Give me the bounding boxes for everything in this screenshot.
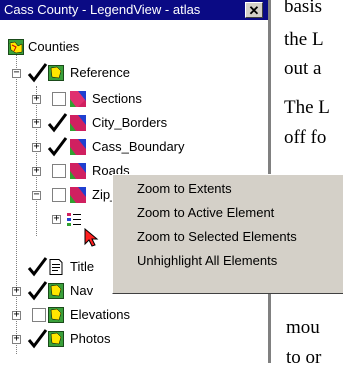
layer-icon xyxy=(48,283,64,299)
map-icon xyxy=(8,39,24,55)
checkmark-icon[interactable] xyxy=(46,136,68,158)
tree-item-label: Title xyxy=(70,259,95,274)
menu-item-zoom-to-active-element[interactable]: Zoom to Active Element xyxy=(137,205,274,221)
tree-item-label: Photos xyxy=(70,331,111,346)
menu-item-zoom-to-selected-elements[interactable]: Zoom to Selected Elements xyxy=(137,229,297,245)
expand-toggle[interactable]: + xyxy=(12,286,21,296)
layer-checkbox[interactable] xyxy=(52,188,66,202)
tree-item-cass-boundary[interactable]: + Cass_Boundary xyxy=(0,136,268,160)
tree-item-counties[interactable]: Counties xyxy=(0,36,268,60)
tree-item-label: City_Borders xyxy=(92,115,168,130)
tree-item-sections[interactable]: + Sections xyxy=(0,88,268,112)
background-text-line: to or xyxy=(286,347,322,368)
tree-item-label: Elevations xyxy=(70,307,130,322)
layer-icon xyxy=(70,163,86,179)
expand-toggle[interactable]: + xyxy=(12,310,21,320)
layer-icon xyxy=(70,139,86,155)
background-text-line: off fo xyxy=(284,127,327,148)
tree-item-label: Cass_Boundary xyxy=(92,139,185,154)
expand-toggle[interactable]: + xyxy=(12,334,21,344)
background-text-line: the L xyxy=(284,29,324,50)
checkmark-icon[interactable] xyxy=(26,62,48,84)
tree-item-elevations[interactable]: + Elevations xyxy=(0,304,268,328)
checkmark-icon[interactable] xyxy=(46,112,68,134)
expand-toggle[interactable]: + xyxy=(32,94,41,104)
layer-icon xyxy=(48,331,64,347)
tree-item-label: Nav xyxy=(70,283,94,298)
tree-item-title[interactable]: Title xyxy=(0,256,110,280)
layer-icon xyxy=(70,115,86,131)
tree-item-navigation[interactable]: + Nav xyxy=(0,280,110,304)
layer-checkbox[interactable] xyxy=(52,92,66,106)
background-text-line: mou xyxy=(286,317,320,338)
collapse-toggle[interactable]: − xyxy=(12,68,21,78)
layer-checkbox[interactable] xyxy=(32,308,46,322)
expand-toggle[interactable]: + xyxy=(52,214,61,224)
expand-toggle[interactable]: + xyxy=(32,142,41,152)
arrow-cursor-icon xyxy=(84,228,99,247)
background-text-line: out a xyxy=(284,58,322,79)
collapse-toggle[interactable]: − xyxy=(32,190,41,200)
window-title: Cass County - LegendView - atlas xyxy=(4,2,201,17)
tree-item-reference[interactable]: − Reference xyxy=(0,62,268,86)
tree-item-label: Sections xyxy=(92,91,142,106)
background-text-line: basis xyxy=(284,0,322,17)
document-icon xyxy=(49,259,63,275)
layer-icon xyxy=(70,187,86,203)
context-menu: Zoom to Extents Zoom to Active Element Z… xyxy=(112,174,343,294)
layer-icon xyxy=(70,91,86,107)
checkmark-icon[interactable] xyxy=(26,256,48,278)
layer-icon xyxy=(48,307,64,323)
checkmark-icon[interactable] xyxy=(26,328,48,350)
legend-icon xyxy=(66,211,82,227)
menu-item-zoom-to-extents[interactable]: Zoom to Extents xyxy=(137,181,232,197)
close-button[interactable]: ✕ xyxy=(245,2,263,18)
checkmark-icon[interactable] xyxy=(26,280,48,302)
layer-icon xyxy=(48,65,64,81)
expand-toggle[interactable]: + xyxy=(32,118,41,128)
close-icon: ✕ xyxy=(248,3,260,18)
layer-checkbox[interactable] xyxy=(52,164,66,178)
window-titlebar[interactable]: Cass County - LegendView - atlas ✕ xyxy=(0,0,268,20)
tree-item-photos[interactable]: + Photos xyxy=(0,328,268,352)
menu-item-unhighlight-all-elements[interactable]: Unhighlight All Elements xyxy=(137,253,277,269)
background-text-line: The L xyxy=(284,97,330,118)
tree-item-label: Counties xyxy=(28,39,80,54)
expand-toggle[interactable]: + xyxy=(32,166,41,176)
tree-item-city-borders[interactable]: + City_Borders xyxy=(0,112,268,136)
tree-item-label: Reference xyxy=(70,65,130,80)
